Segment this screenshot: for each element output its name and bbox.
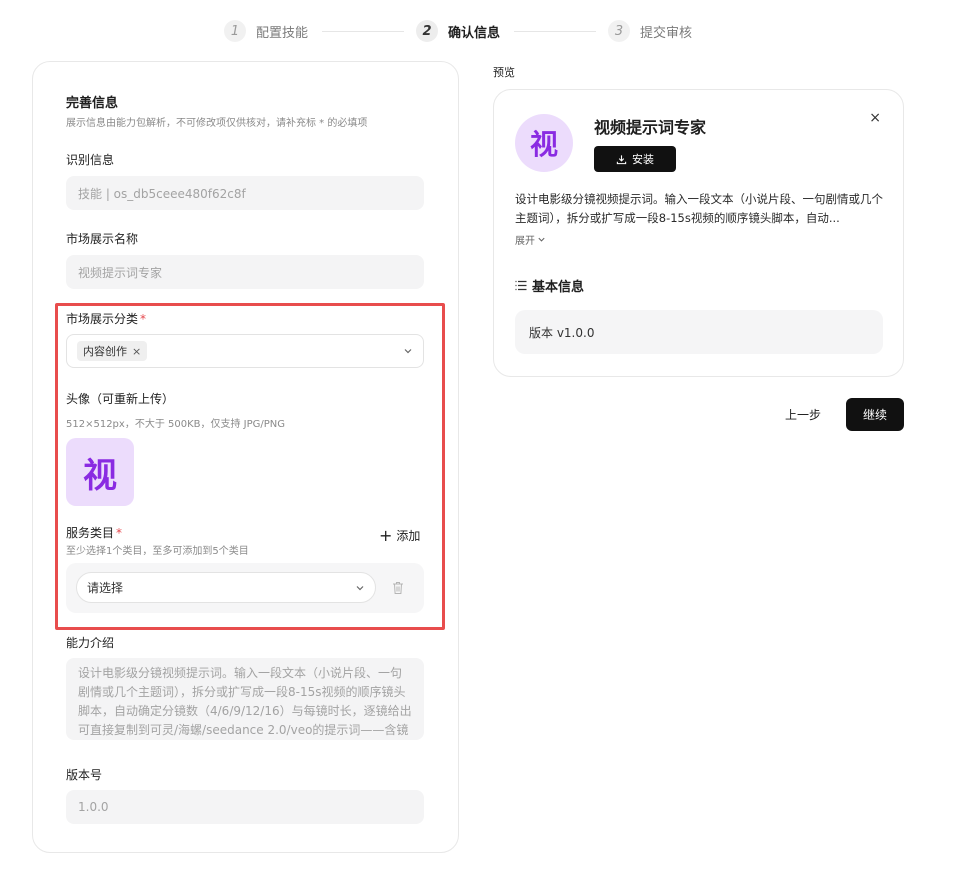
id-field: 技能 | os_db5ceee480f62c8f <box>66 176 424 210</box>
preview-card: 视 视频提示词专家 安装 × 设计电影级分镜视频提示词。输入一段文本（小说片段、… <box>493 89 904 377</box>
id-value: 技能 | os_db5ceee480f62c8f <box>78 186 246 201</box>
step-3[interactable]: 3 提交审核 <box>608 20 692 42</box>
preview-avatar: 视 <box>515 114 573 172</box>
step-number: 1 <box>224 20 246 42</box>
version-value: 1.0.0 <box>78 800 109 814</box>
download-icon <box>616 154 627 164</box>
preview-description: 设计电影级分镜视频提示词。输入一段文本（小说片段、一句剧情或几个主题词），拆分或… <box>515 192 883 225</box>
close-icon[interactable]: × <box>869 110 881 126</box>
market-name-label: 市场展示名称 <box>66 232 139 246</box>
step-1[interactable]: 1 配置技能 <box>224 20 308 42</box>
intro-value: 设计电影级分镜视频提示词。输入一段文本（小说片段、一句剧情或几个主题词），拆分或… <box>78 666 412 737</box>
preview-version: 版本 v1.0.0 <box>515 310 883 354</box>
continue-button[interactable]: 继续 <box>846 398 904 431</box>
step-divider <box>322 31 404 32</box>
step-label: 配置技能 <box>256 25 309 41</box>
step-number: 3 <box>608 20 630 42</box>
install-label: 安装 <box>632 153 654 166</box>
intro-label: 能力介绍 <box>66 636 115 650</box>
install-button[interactable]: 安装 <box>594 146 676 172</box>
step-number: 2 <box>416 20 438 42</box>
market-name-value: 视频提示词专家 <box>78 265 163 280</box>
expand-toggle[interactable]: 展开 <box>515 232 546 247</box>
form-title: 完善信息 <box>66 96 119 111</box>
basic-info-heading: 基本信息 <box>515 276 584 295</box>
preview-label: 预览 <box>493 66 515 79</box>
step-label: 确认信息 <box>448 25 501 41</box>
back-button[interactable]: 上一步 <box>785 406 821 423</box>
preview-avatar-glyph: 视 <box>529 128 558 161</box>
step-2[interactable]: 2 确认信息 <box>416 20 500 42</box>
stepper: 1 配置技能 2 确认信息 3 提交审核 <box>0 20 960 42</box>
version-field: 1.0.0 <box>66 790 424 824</box>
preview-title: 视频提示词专家 <box>594 118 707 137</box>
step-label: 提交审核 <box>640 25 693 41</box>
expand-label: 展开 <box>515 236 535 247</box>
version-label: 版本号 <box>66 768 103 782</box>
highlight-frame <box>55 303 445 630</box>
market-name-field: 视频提示词专家 <box>66 255 424 289</box>
step-divider <box>514 31 596 32</box>
basic-info-title: 基本信息 <box>532 280 585 295</box>
id-label: 识别信息 <box>66 153 115 167</box>
chevron-down-icon <box>538 237 545 242</box>
form-subtitle: 展示信息由能力包解析，不可修改项仅供核对，请补充标 * 的必填项 <box>66 118 368 129</box>
list-icon <box>515 280 527 291</box>
intro-textarea: 设计电影级分镜视频提示词。输入一段文本（小说片段、一句剧情或几个主题词），拆分或… <box>66 658 424 740</box>
